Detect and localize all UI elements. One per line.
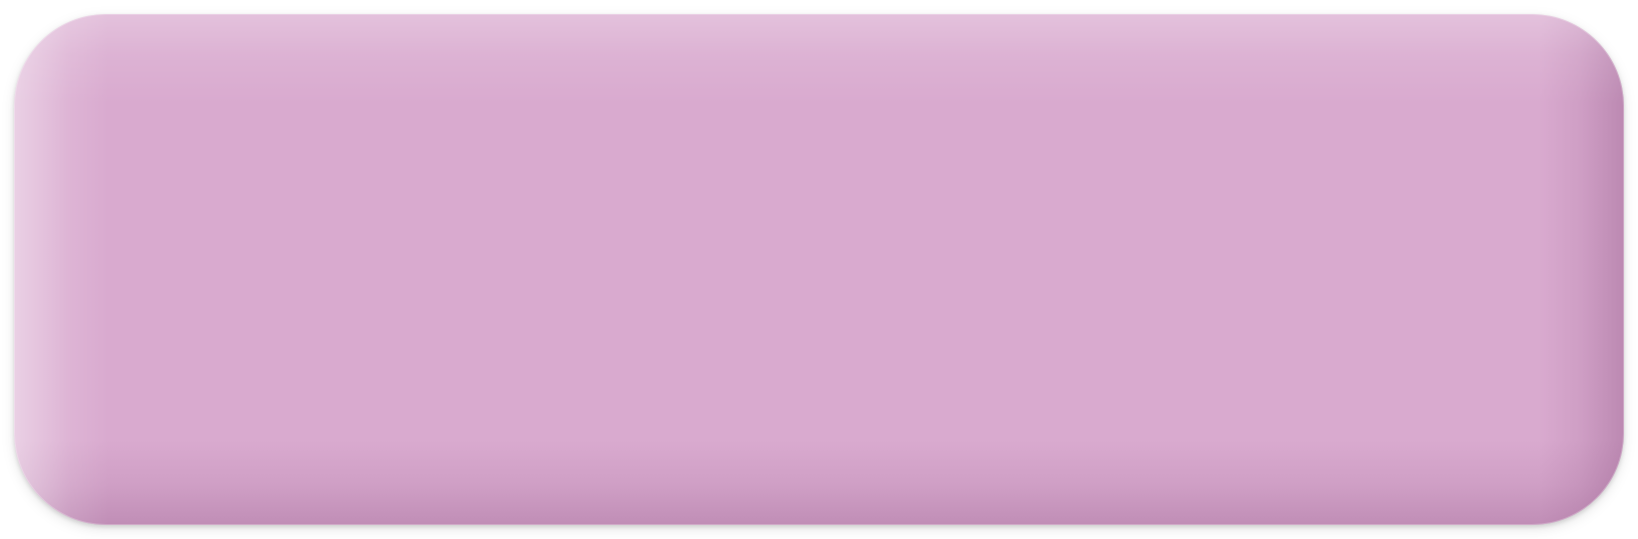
page-canvas: [0, 0, 1638, 539]
pink-rounded-button[interactable]: [14, 14, 1624, 525]
